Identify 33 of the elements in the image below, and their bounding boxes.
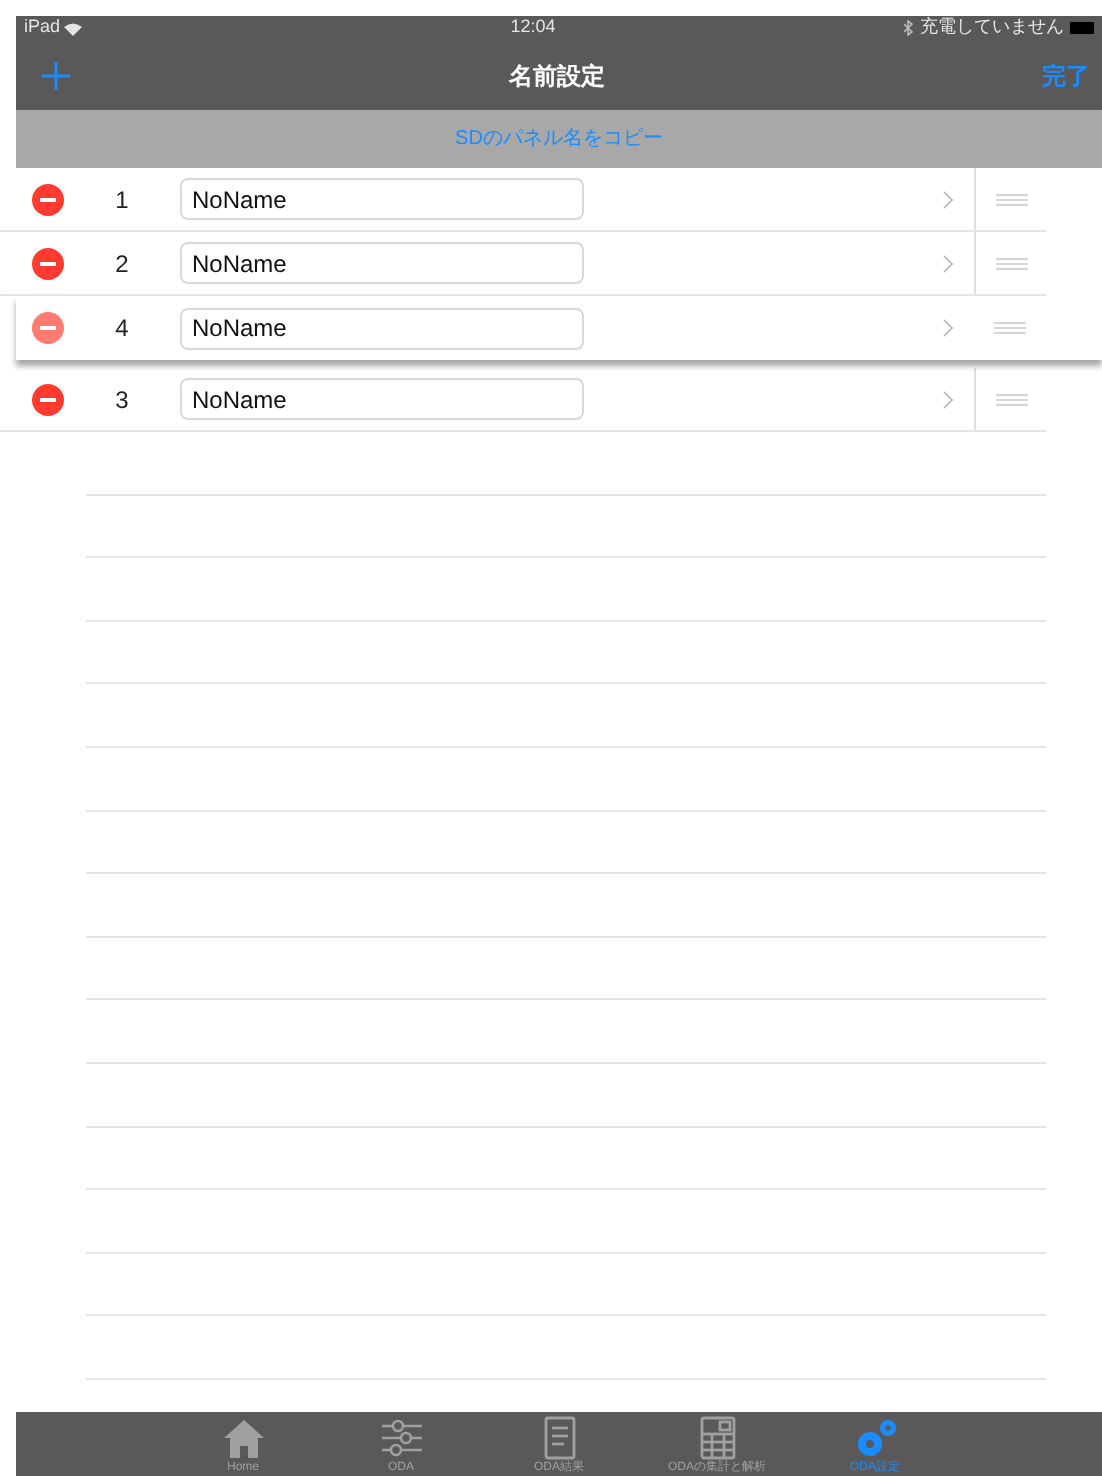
reorder-handle-icon[interactable] <box>995 257 1027 269</box>
chevron-icon[interactable] <box>942 189 954 209</box>
home-icon <box>219 1416 267 1460</box>
reorder-handle-icon[interactable] <box>995 393 1027 405</box>
delete-button[interactable] <box>32 183 64 215</box>
row-number: 1 <box>113 183 131 217</box>
dragged-row[interactable]: 4 NoName <box>16 296 1102 360</box>
wifi-icon <box>64 21 83 35</box>
nav-title: 名前設定 <box>509 59 605 93</box>
list-row[interactable]: 1 NoName <box>0 168 1046 232</box>
name-field[interactable]: NoName <box>180 242 584 284</box>
list-row[interactable]: 3 NoName <box>0 368 1046 432</box>
status-time: 12:04 <box>510 14 556 41</box>
battery-status: 充電していません <box>919 14 1064 41</box>
reorder-handle-icon[interactable] <box>995 193 1027 205</box>
row-number: 2 <box>113 247 131 281</box>
row-number: 4 <box>113 312 131 346</box>
name-field[interactable]: NoName <box>180 378 584 420</box>
add-button[interactable] <box>40 59 72 91</box>
delete-button[interactable] <box>32 247 64 279</box>
list-row[interactable]: 2 NoName <box>0 232 1046 296</box>
bluetooth-icon <box>903 20 914 36</box>
delete-button[interactable] <box>32 312 64 344</box>
reorder-handle-icon[interactable] <box>994 322 1026 334</box>
battery-icon <box>1069 22 1094 34</box>
chevron-icon[interactable] <box>942 389 954 409</box>
chevron-icon[interactable] <box>942 318 954 338</box>
name-field[interactable]: NoName <box>180 307 584 349</box>
row-number: 3 <box>113 383 131 417</box>
device-name: iPad <box>24 14 61 41</box>
chevron-icon[interactable] <box>942 253 954 273</box>
name-field[interactable]: NoName <box>180 178 584 220</box>
delete-button[interactable] <box>32 383 64 415</box>
